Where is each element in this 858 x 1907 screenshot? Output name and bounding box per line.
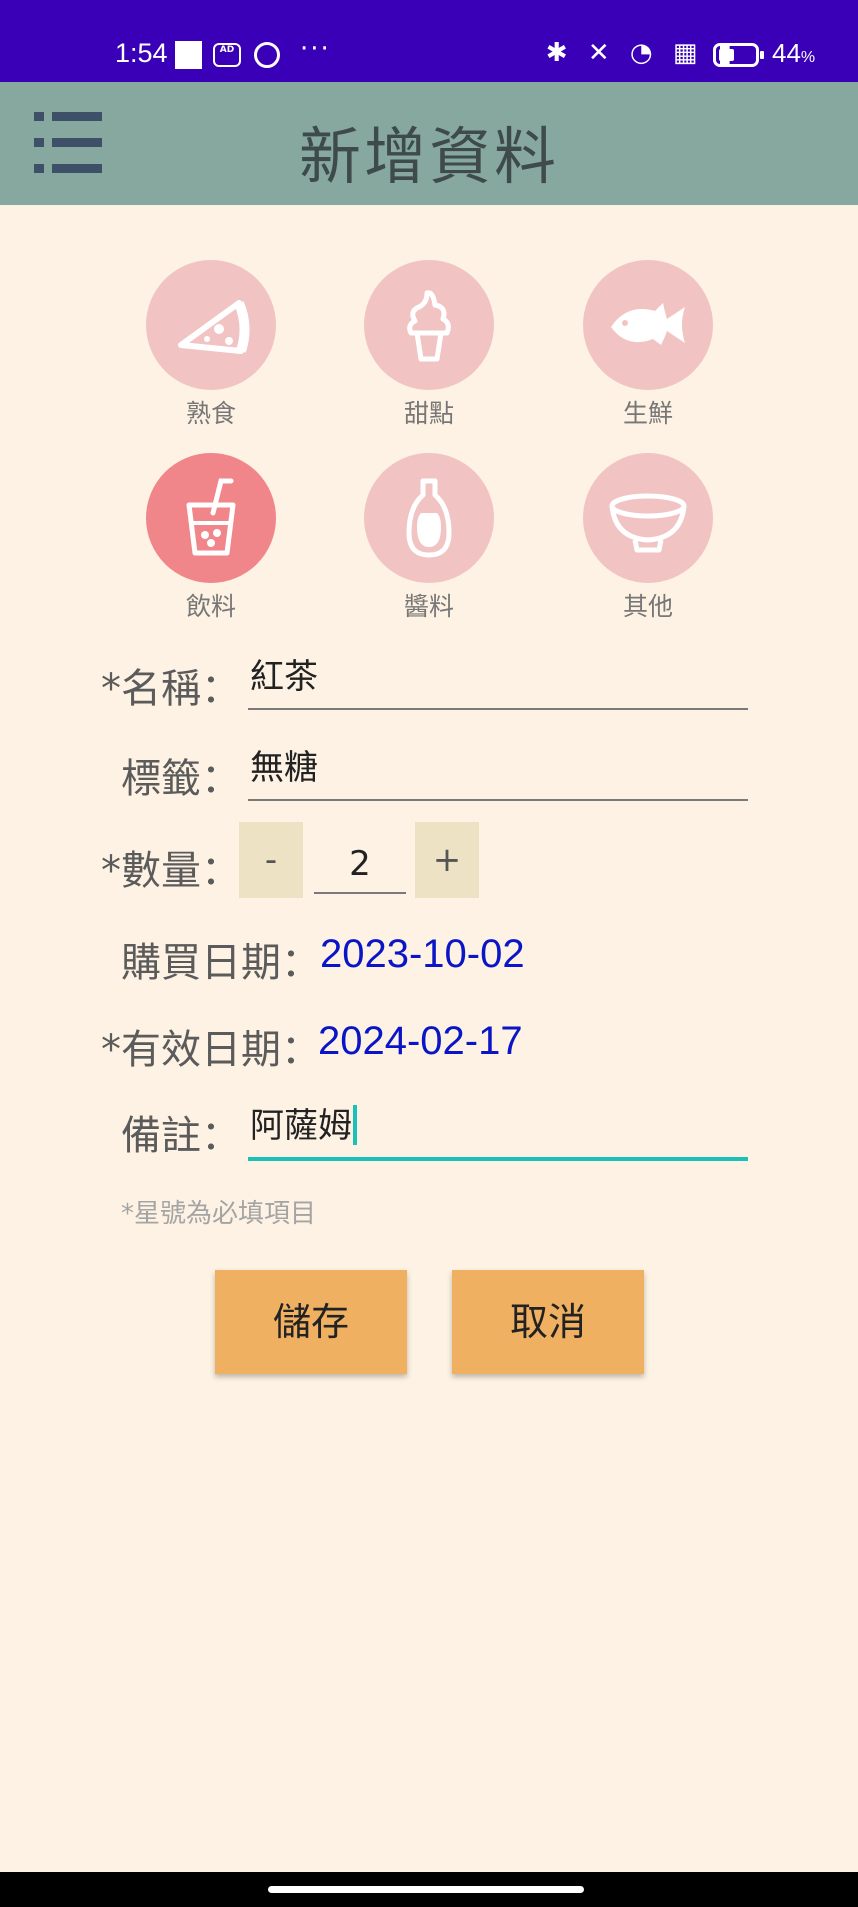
required-hint: *星號為必填項目 bbox=[121, 1199, 317, 1229]
category-label: 其他 bbox=[622, 592, 673, 621]
category-cooked-food[interactable]: 熟食 bbox=[121, 260, 301, 430]
home-gesture-handle[interactable] bbox=[268, 1886, 584, 1893]
expiry-date-picker[interactable]: 2024-02-17 bbox=[318, 1019, 523, 1064]
status-bar: 1:54 AD ··· ✱ ✕ ◔ ▦ ▮ 44% bbox=[0, 0, 858, 82]
notification-icon bbox=[175, 41, 202, 69]
category-dessert[interactable]: 甜點 bbox=[339, 260, 519, 430]
fish-icon bbox=[611, 303, 685, 345]
pizza-icon bbox=[178, 300, 250, 354]
battery-percent: 44% bbox=[772, 38, 816, 68]
tag-label: 標籤： bbox=[121, 756, 241, 802]
category-circle bbox=[146, 453, 276, 583]
bowl-icon bbox=[609, 493, 687, 553]
category-circle bbox=[583, 453, 713, 583]
name-field[interactable]: 紅茶 bbox=[248, 648, 748, 710]
category-drinks[interactable]: 飲料 bbox=[121, 453, 301, 623]
timer-icon bbox=[254, 42, 280, 68]
purchase-date-label: 購買日期： bbox=[121, 940, 321, 986]
category-label: 熟食 bbox=[185, 399, 236, 428]
more-notifications-icon: ··· bbox=[300, 34, 331, 64]
battery-level bbox=[719, 49, 734, 61]
quantity-value: 2 bbox=[349, 844, 371, 884]
system-icons: ✱ ✕ ◔ ▦ ▮ bbox=[545, 38, 738, 68]
category-label: 生鮮 bbox=[622, 399, 673, 428]
ad-blocker-icon: AD bbox=[213, 43, 241, 67]
navigation-bar bbox=[0, 1872, 858, 1907]
purchase-date-picker[interactable]: 2023-10-02 bbox=[320, 932, 525, 977]
quantity-label: *數量： bbox=[101, 848, 241, 894]
category-sauce[interactable]: 醬料 bbox=[339, 453, 519, 623]
sauce-bottle-icon bbox=[406, 478, 452, 558]
name-label: *名稱： bbox=[101, 666, 241, 712]
expiry-date-label: *有效日期： bbox=[101, 1027, 321, 1073]
note-label: 備註： bbox=[121, 1113, 241, 1159]
ice-cream-icon bbox=[407, 290, 451, 362]
quantity-decrease-button[interactable]: - bbox=[239, 822, 303, 898]
category-other[interactable]: 其他 bbox=[558, 453, 738, 623]
note-value: 阿薩姆 bbox=[250, 1098, 357, 1147]
text-cursor bbox=[353, 1105, 357, 1145]
page-title: 新增資料 bbox=[298, 120, 559, 193]
quantity-field[interactable]: 2 bbox=[314, 838, 406, 894]
name-value: 紅茶 bbox=[250, 657, 318, 697]
category-fresh[interactable]: 生鮮 bbox=[558, 260, 738, 430]
category-circle bbox=[364, 453, 494, 583]
category-label: 飲料 bbox=[185, 592, 236, 621]
cancel-button[interactable]: 取消 bbox=[452, 1270, 644, 1374]
battery-icon bbox=[713, 43, 764, 67]
app-bar: 新增資料 bbox=[0, 82, 858, 205]
save-button[interactable]: 儲存 bbox=[215, 1270, 407, 1374]
category-circle bbox=[583, 260, 713, 390]
quantity-increase-button[interactable]: + bbox=[415, 822, 479, 898]
tag-value: 無糖 bbox=[250, 748, 318, 788]
tag-field[interactable]: 無糖 bbox=[248, 739, 748, 801]
status-time: 1:54 bbox=[115, 38, 168, 68]
drink-cup-icon bbox=[186, 478, 236, 556]
category-circle bbox=[364, 260, 494, 390]
category-label: 甜點 bbox=[403, 399, 454, 428]
category-label: 醬料 bbox=[403, 592, 454, 621]
category-circle bbox=[146, 260, 276, 390]
note-field[interactable]: 阿薩姆 bbox=[248, 1097, 748, 1161]
